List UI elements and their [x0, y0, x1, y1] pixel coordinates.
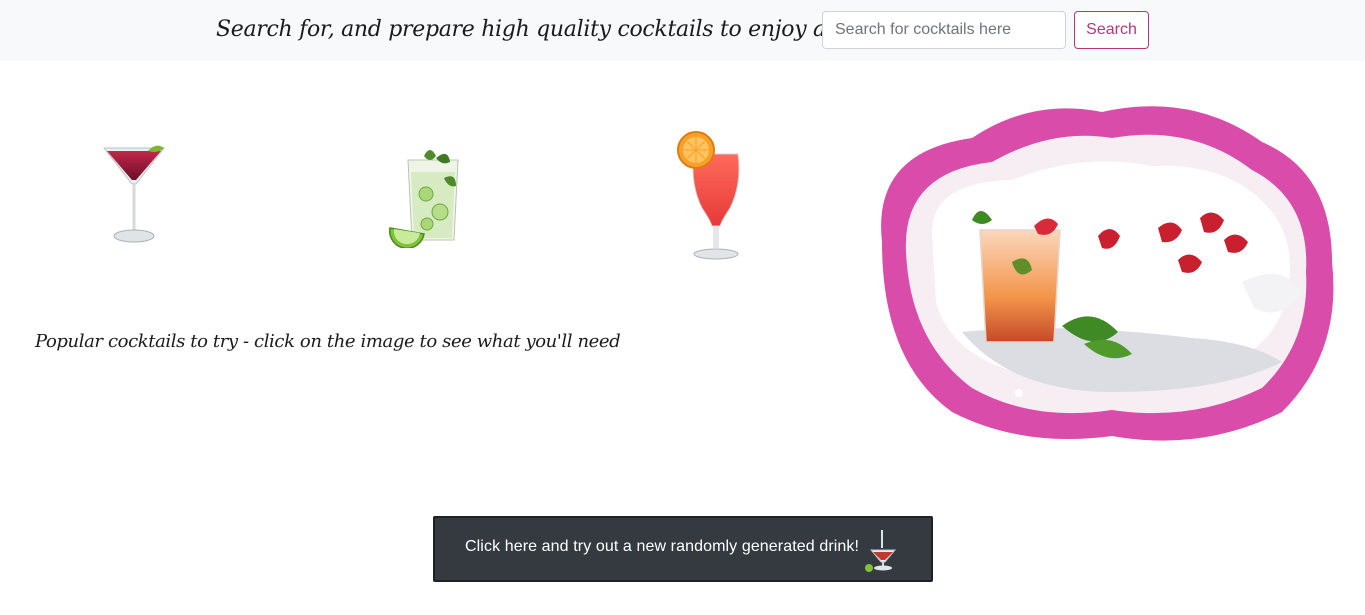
cocktail-thumbnail-mojito[interactable] — [384, 142, 474, 248]
search-input[interactable] — [822, 11, 1066, 49]
cosmopolitan-cocktail-icon — [102, 145, 166, 243]
hurricane-cocktail-icon — [677, 131, 740, 260]
hero-image — [862, 92, 1346, 450]
popular-cocktails-caption: Popular cocktails to try - click on the … — [35, 331, 621, 352]
strawberry-cocktail-hero-image — [881, 106, 1334, 441]
random-drink-label: Click here and try out a new randomly ge… — [465, 538, 860, 555]
site-tagline: Search for, and prepare high quality coc… — [216, 17, 910, 42]
mojito-cocktail-icon — [388, 150, 459, 248]
top-navbar: Search for, and prepare high quality coc… — [0, 0, 1365, 61]
search-button[interactable]: Search — [1074, 11, 1149, 49]
cocktail-glass-icon — [863, 528, 903, 577]
cocktail-thumbnail-cosmopolitan[interactable] — [98, 140, 170, 250]
random-drink-button[interactable]: Click here and try out a new randomly ge… — [433, 516, 933, 582]
cocktail-thumbnail-hurricane[interactable] — [672, 128, 756, 264]
